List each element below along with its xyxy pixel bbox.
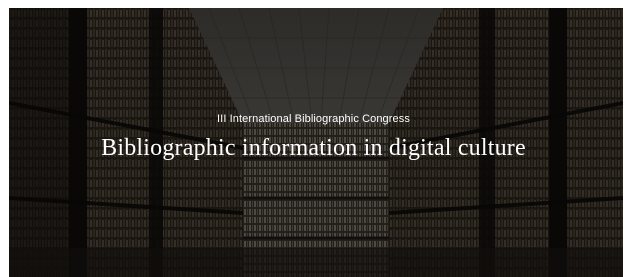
congress-subtitle: III International Bibliographic Congress <box>217 113 410 125</box>
page-edge <box>623 8 627 277</box>
page-title: Bibliographic information in digital cul… <box>101 135 526 161</box>
